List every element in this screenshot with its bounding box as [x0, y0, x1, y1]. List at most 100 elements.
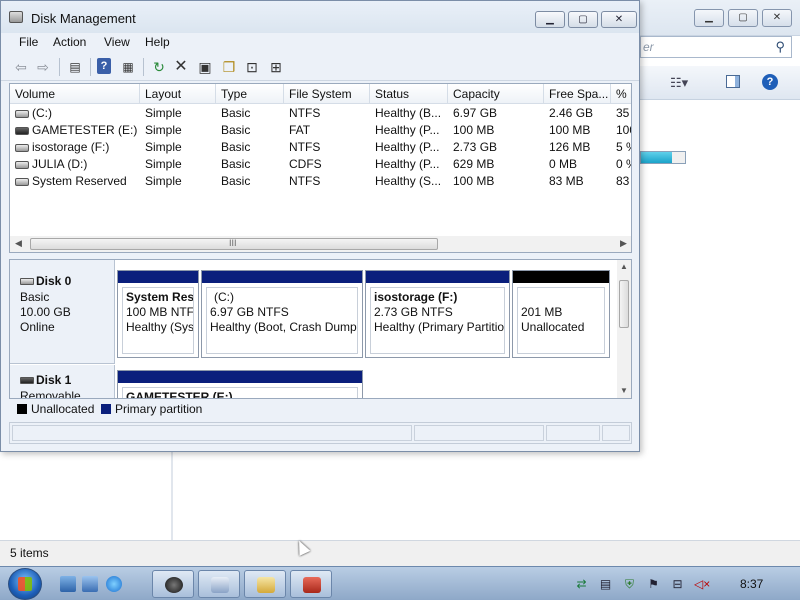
partition-name: [521, 290, 604, 305]
partition-status: Healthy (Syst: [126, 320, 194, 334]
switch-windows-icon[interactable]: [82, 576, 98, 592]
console-tree-icon[interactable]: ▤: [66, 58, 84, 76]
view-options-icon[interactable]: ☷▾: [670, 75, 688, 91]
volume-cell: GAMETESTER (E:): [10, 122, 140, 139]
start-button[interactable]: [8, 568, 42, 600]
partition-c[interactable]: (C:) 6.97 GB NTFS Healthy (Boot, Crash D…: [201, 270, 363, 358]
rescan-disks-icon[interactable]: ⊞: [267, 58, 285, 76]
table-row[interactable]: JULIA (D:) Simple Basic CDFS Healthy (P.…: [10, 156, 631, 173]
forward-icon[interactable]: ⇨: [34, 58, 52, 76]
disk-name: Disk 1: [20, 373, 71, 387]
show-desktop-icon[interactable]: [60, 576, 76, 592]
help-icon[interactable]: ?: [762, 74, 778, 90]
vertical-scrollbar[interactable]: ▲ ▼: [617, 260, 631, 398]
taskbar-explorer[interactable]: [244, 570, 286, 598]
partition-status: Healthy (Boot, Crash Dump,: [210, 320, 358, 334]
free-space-cell: 126 MB: [549, 140, 591, 154]
search-input[interactable]: er ⚲: [640, 36, 792, 58]
column-header-volume[interactable]: Volume: [10, 84, 140, 104]
explore-icon[interactable]: ⊡: [243, 58, 261, 76]
volume-list: Volume Layout Type File System Status Ca…: [9, 83, 632, 253]
action-center-flag-icon[interactable]: ⚑: [646, 577, 661, 592]
layout-cell: Simple: [145, 140, 182, 154]
properties-view-icon[interactable]: ▦: [119, 58, 137, 76]
table-row[interactable]: System Reserved Simple Basic NTFS Health…: [10, 173, 631, 190]
preview-pane-icon[interactable]: [726, 75, 740, 88]
disk-type: Removable: [20, 389, 81, 399]
open-folder-icon[interactable]: ❐: [220, 58, 238, 76]
toolbox-icon: [303, 577, 321, 593]
column-header-capacity[interactable]: Capacity: [448, 84, 544, 104]
table-row[interactable]: isostorage (F:) Simple Basic NTFS Health…: [10, 139, 631, 156]
toolbar-separator: [143, 58, 144, 76]
bg-minimize-button[interactable]: ▁: [694, 9, 724, 27]
minimize-button[interactable]: ▁: [535, 11, 565, 28]
disk-state: Online: [20, 320, 55, 334]
table-row[interactable]: GAMETESTER (E:) Simple Basic FAT Healthy…: [10, 122, 631, 139]
horizontal-scroll-thumb[interactable]: III: [30, 238, 438, 250]
partition-gametester[interactable]: GAMETESTER (E:): [117, 370, 363, 398]
bg-close-button[interactable]: ✕: [762, 9, 792, 27]
disk-0-label[interactable]: Disk 0 Basic 10.00 GB Online: [10, 260, 115, 364]
computer-management-icon: [211, 577, 229, 593]
menu-help[interactable]: Help: [145, 35, 170, 49]
type-cell: Basic: [221, 157, 251, 171]
primary-partition-bar: [118, 271, 198, 283]
column-header-status[interactable]: Status: [370, 84, 448, 104]
background-navigation-pane: [0, 450, 172, 540]
column-header-free-space[interactable]: Free Spa...: [544, 84, 611, 104]
scroll-down-arrow-icon[interactable]: ▼: [620, 386, 628, 395]
removable-drive-icon: [15, 126, 29, 135]
scroll-right-arrow-icon[interactable]: ▶: [620, 238, 627, 249]
unallocated-space[interactable]: 201 MB Unallocated: [512, 270, 610, 358]
partition-details: System Rese 100 MB NTFS Healthy (Syst: [122, 287, 194, 354]
internet-explorer-icon[interactable]: [106, 576, 122, 592]
volume-cell: (C:): [10, 105, 140, 122]
security-tray-icon[interactable]: ⛨: [622, 577, 637, 592]
column-header-layout[interactable]: Layout: [140, 84, 216, 104]
refresh-icon[interactable]: ↻: [150, 58, 168, 76]
volume-muted-icon[interactable]: ◁×: [694, 577, 710, 592]
help-icon[interactable]: ?: [97, 58, 111, 74]
network-tray-icon[interactable]: ⇄: [574, 577, 589, 592]
partition-size: 100 MB NTFS: [126, 305, 194, 319]
legend-unallocated: Unallocated: [31, 402, 95, 416]
taskbar-media-player[interactable]: [152, 570, 194, 598]
volume-list-header: Volume Layout Type File System Status Ca…: [10, 84, 631, 104]
taskbar-toolbox[interactable]: [290, 570, 332, 598]
taskbar-clock[interactable]: 8:37: [740, 577, 763, 591]
capacity-cell: 100 MB: [453, 174, 495, 188]
percent-free-cell: 0 %: [616, 157, 631, 171]
document-tray-icon[interactable]: ▤: [598, 577, 613, 592]
maximize-button[interactable]: ▢: [568, 11, 598, 28]
disk-size: 10.00 GB: [20, 305, 71, 319]
menu-action[interactable]: Action: [53, 35, 86, 49]
partition-name: (C:): [214, 290, 234, 304]
scroll-up-arrow-icon[interactable]: ▲: [620, 262, 628, 271]
delete-icon[interactable]: ✕: [172, 58, 190, 76]
horizontal-scrollbar[interactable]: ◀ III ▶: [10, 236, 631, 252]
partition-system-reserved[interactable]: System Rese 100 MB NTFS Healthy (Syst: [117, 270, 199, 358]
scroll-left-arrow-icon[interactable]: ◀: [15, 238, 22, 249]
partition-isostorage[interactable]: isostorage (F:) 2.73 GB NTFS Healthy (Pr…: [365, 270, 510, 358]
search-icon[interactable]: ⚲: [775, 39, 785, 55]
status-cell: Healthy (P...: [375, 157, 440, 171]
bg-maximize-button[interactable]: ▢: [728, 9, 758, 27]
network-connection-icon[interactable]: ⊟: [670, 577, 685, 592]
free-space-cell: 0 MB: [549, 157, 578, 171]
menu-file[interactable]: File: [19, 35, 38, 49]
taskbar-disk-management[interactable]: [198, 570, 240, 598]
column-header-file-system[interactable]: File System: [284, 84, 370, 104]
close-button[interactable]: ✕: [601, 11, 637, 28]
menu-view[interactable]: View: [104, 35, 130, 49]
vertical-scroll-thumb[interactable]: [619, 280, 629, 328]
file-system-cell: NTFS: [289, 140, 321, 154]
back-icon[interactable]: ⇦: [12, 58, 30, 76]
table-row[interactable]: (C:) Simple Basic NTFS Healthy (B... 6.9…: [10, 105, 631, 122]
capacity-cell: 100 MB: [453, 123, 495, 137]
column-header-type[interactable]: Type: [216, 84, 284, 104]
disk-1-label[interactable]: Disk 1 Removable: [10, 365, 115, 399]
drive-usage-bar: [640, 151, 686, 164]
column-header-percent-free[interactable]: % F: [611, 84, 631, 104]
properties-icon[interactable]: ▣: [196, 58, 214, 76]
